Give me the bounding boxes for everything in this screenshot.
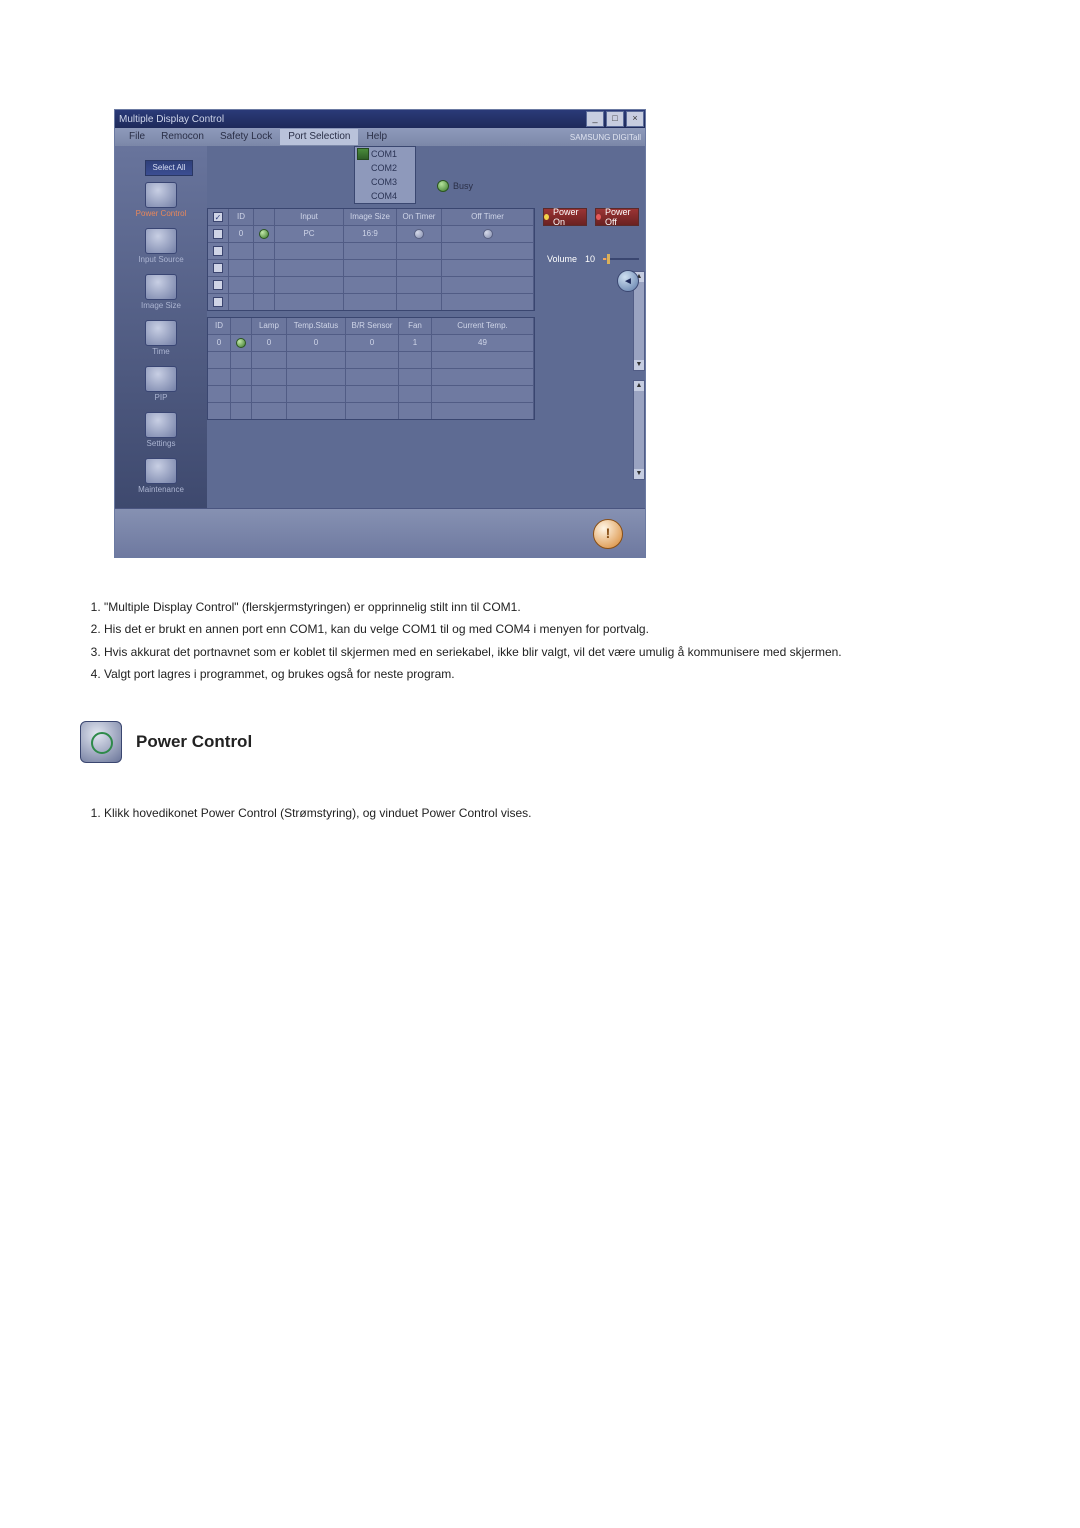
brand-label: SAMSUNG DIGITall (570, 133, 641, 142)
col-on-timer: On Timer (397, 209, 442, 225)
main-area: COM1 COM2 COM3 COM4 Busy (207, 146, 645, 508)
col-off-timer: Off Timer (442, 209, 534, 225)
minimize-button[interactable]: _ (586, 111, 604, 127)
menu-port-selection[interactable]: Port Selection (280, 129, 358, 145)
power-off-button[interactable]: Power Off (595, 208, 639, 226)
slider-handle[interactable] (607, 254, 610, 264)
app-footer (115, 508, 645, 557)
table-row (208, 402, 534, 419)
col-image-size: Image Size (344, 209, 397, 225)
instruction-list: "Multiple Display Control" (flerskjermst… (80, 597, 1000, 685)
table-row[interactable]: 0 0 0 0 1 49 (208, 334, 534, 351)
power-control-panel: Power On Power Off Volume 10 (543, 208, 639, 292)
col-br-sensor: B/R Sensor (346, 318, 399, 334)
titlebar: Multiple Display Control _ □ × (115, 110, 645, 128)
sidebar-item-pip[interactable]: PIP (145, 366, 177, 402)
sidebar-item-power-control[interactable]: Power Control (136, 182, 187, 218)
instruction-item: His det er brukt en annen port enn COM1,… (104, 619, 1000, 639)
col-fan: Fan (399, 318, 432, 334)
instruction-item: Klikk hovedikonet Power Control (Strømst… (104, 803, 1000, 823)
volume-value: 10 (585, 254, 595, 264)
section-title: Power Control (136, 732, 252, 752)
volume-slider[interactable] (603, 256, 639, 262)
menu-safety-lock[interactable]: Safety Lock (212, 129, 280, 145)
alert-icon (593, 519, 623, 549)
scroll-down-icon[interactable]: ▼ (634, 469, 644, 479)
power-on-button[interactable]: Power On (543, 208, 587, 226)
image-size-icon (145, 274, 177, 300)
col-id: ID (229, 209, 254, 225)
busy-dot-icon (437, 180, 449, 192)
status-dot-icon (236, 338, 246, 348)
timer-off-icon (414, 229, 424, 239)
volume-label: Volume (547, 254, 577, 264)
col-status (254, 209, 275, 225)
sidebar-item-image-size[interactable]: Image Size (141, 274, 181, 310)
col-current-temp: Current Temp. (432, 318, 534, 334)
menu-help[interactable]: Help (358, 129, 395, 145)
menu-remocon[interactable]: Remocon (153, 129, 212, 145)
select-all-checkbox[interactable] (213, 212, 223, 222)
col-lamp: Lamp (252, 318, 287, 334)
menu-file[interactable]: File (121, 129, 153, 145)
scroll-up-icon[interactable]: ▲ (634, 381, 644, 391)
maintenance-icon (145, 458, 177, 484)
col-id: ID (208, 318, 231, 334)
speaker-icon[interactable]: ◄ (617, 270, 639, 292)
sidebar-item-settings[interactable]: Settings (145, 412, 177, 448)
instruction-item: Hvis akkurat det portnavnet som er koble… (104, 642, 1000, 662)
power-control-icon (145, 182, 177, 208)
com-port-option[interactable]: COM2 (355, 161, 415, 175)
col-input: Input (275, 209, 344, 225)
table-row (208, 385, 534, 402)
table-row (208, 351, 534, 368)
busy-indicator: Busy (437, 180, 473, 192)
pip-icon (145, 366, 177, 392)
app-window: Multiple Display Control _ □ × File Remo… (115, 110, 645, 557)
led-on-icon (544, 214, 549, 220)
com-port-option[interactable]: COM3 (355, 175, 415, 189)
table-row[interactable]: 0 PC 16:9 (208, 225, 534, 242)
status-dot-icon (259, 229, 269, 239)
settings-icon (145, 412, 177, 438)
display-table: ID Input Image Size On Timer Off Timer 0 (207, 208, 535, 311)
led-off-icon (596, 214, 601, 220)
timer-off-icon (483, 229, 493, 239)
table-row (208, 293, 534, 310)
time-icon (145, 320, 177, 346)
sidebar-item-input-source[interactable]: Input Source (138, 228, 183, 264)
com-port-dropdown[interactable]: COM1 COM2 COM3 COM4 (354, 146, 416, 204)
section-header: Power Control (80, 721, 1000, 763)
table-row (208, 242, 534, 259)
close-button[interactable]: × (626, 111, 644, 127)
checkmark-icon (357, 148, 369, 160)
sidebar: Select All Power Control Input Source Im… (115, 146, 207, 508)
sidebar-item-maintenance[interactable]: Maintenance (138, 458, 184, 494)
instruction-item: Valgt port lagres i programmet, og bruke… (104, 664, 1000, 684)
com-port-option[interactable]: COM1 (355, 147, 415, 161)
instruction-item: "Multiple Display Control" (flerskjermst… (104, 597, 1000, 617)
power-control-section-icon (80, 721, 122, 763)
table-row (208, 259, 534, 276)
instruction-list-2: Klikk hovedikonet Power Control (Strømst… (80, 803, 1000, 823)
row-checkbox[interactable] (213, 229, 223, 239)
input-source-icon (145, 228, 177, 254)
com-port-option[interactable]: COM4 (355, 189, 415, 203)
menubar: File Remocon Safety Lock Port Selection … (115, 128, 645, 146)
select-all-button[interactable]: Select All (145, 160, 193, 176)
table-row (208, 276, 534, 293)
table2-scrollbar[interactable]: ▲ ▼ (633, 380, 645, 480)
sidebar-item-time[interactable]: Time (145, 320, 177, 356)
status-table: ID Lamp Temp.Status B/R Sensor Fan Curre… (207, 317, 535, 420)
maximize-button[interactable]: □ (606, 111, 624, 127)
table-row (208, 368, 534, 385)
col-temp-status: Temp.Status (287, 318, 346, 334)
window-title: Multiple Display Control (119, 114, 224, 125)
